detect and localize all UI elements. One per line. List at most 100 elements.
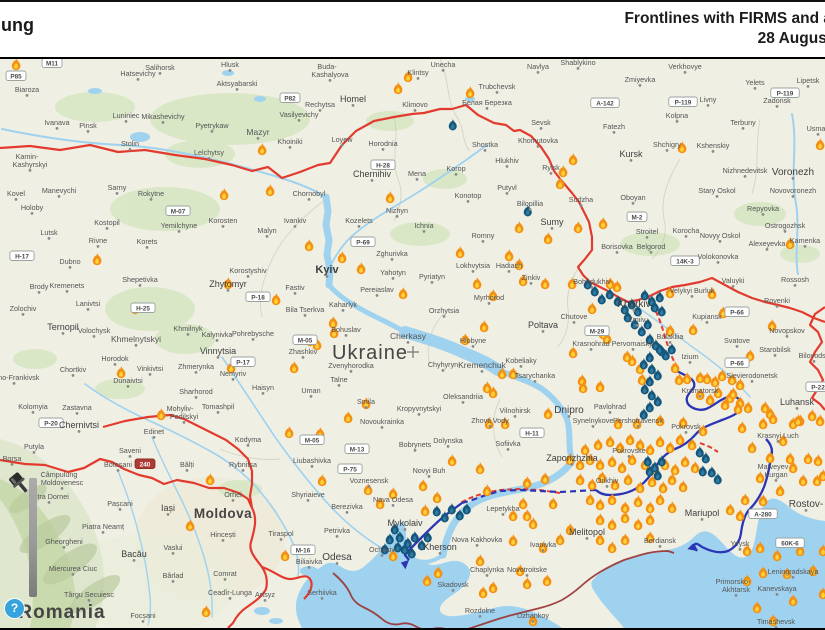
town-dot bbox=[264, 599, 267, 602]
lake bbox=[88, 88, 102, 94]
town-dot bbox=[542, 549, 545, 552]
town-dot bbox=[502, 513, 505, 516]
city-label: Livny bbox=[700, 95, 717, 104]
city-label: Nizhnedevitsk bbox=[723, 166, 768, 175]
city-label: Piatra Neamț bbox=[82, 522, 124, 531]
svg-text:A-280: A-280 bbox=[754, 511, 772, 518]
city-label: Lepetykha bbox=[486, 504, 519, 513]
city-label: Kovel bbox=[7, 189, 25, 198]
town-dot bbox=[224, 578, 227, 581]
svg-text:M-05: M-05 bbox=[305, 437, 320, 444]
city-label: Orzhytsia bbox=[429, 306, 459, 315]
road-shield: 14K-3 bbox=[671, 256, 700, 266]
city-label: Rivne bbox=[89, 236, 107, 245]
town-dot bbox=[232, 499, 235, 502]
city-label: Yahotyn bbox=[380, 268, 406, 277]
city-label: Liubashivka bbox=[293, 456, 331, 465]
town-dot bbox=[247, 275, 250, 278]
city-label: Krasnohrad bbox=[572, 339, 609, 348]
road-shield: P-18 bbox=[246, 292, 270, 302]
city-label: Odesa bbox=[322, 552, 352, 563]
firms-map[interactable]: M11P85P82A-142P-119P-119H-17M-07H-28P-69… bbox=[0, 59, 825, 628]
city-label: Brody bbox=[30, 282, 49, 291]
town-dot bbox=[431, 281, 434, 284]
town-dot bbox=[346, 511, 349, 514]
city-label: Moldovenesc bbox=[41, 478, 84, 487]
city-label: Pervomaiskyi bbox=[612, 339, 655, 348]
town-dot bbox=[302, 356, 305, 359]
city-label: Kolomyia bbox=[18, 402, 48, 411]
city-label: Skadovsk bbox=[437, 580, 469, 589]
town-dot bbox=[266, 235, 269, 238]
svg-text:60K-6: 60K-6 bbox=[781, 540, 799, 547]
town-dot bbox=[414, 109, 417, 112]
town-dot bbox=[496, 91, 499, 94]
town-dot bbox=[732, 285, 735, 288]
city-label: Shostka bbox=[472, 140, 498, 149]
city-label: Starobilsk bbox=[759, 345, 791, 354]
town-dot bbox=[72, 573, 75, 576]
city-label: Nemyriv bbox=[220, 369, 247, 378]
road-shield: H-17 bbox=[10, 251, 34, 261]
city-label: Vinnytsia bbox=[200, 346, 236, 356]
city-label: Zhovti Vody bbox=[471, 416, 509, 425]
city-label: Novoukrainka bbox=[360, 417, 404, 426]
city-label: Botoșani bbox=[104, 460, 132, 469]
map-title: Frontlines with FIRMS and a 28 August bbox=[624, 9, 825, 49]
city-label: Kaharlyk bbox=[329, 300, 357, 309]
city-label: Chernivtsi bbox=[59, 420, 99, 430]
logo-text-fragment: ung bbox=[1, 15, 34, 36]
town-dot bbox=[580, 204, 583, 207]
city-label: Lipetsk bbox=[797, 76, 820, 85]
city-label: Kupiansk bbox=[692, 312, 722, 321]
city-label: Rossosh bbox=[781, 275, 809, 284]
town-dot bbox=[195, 396, 198, 399]
city-label: Korostyshiv bbox=[229, 266, 267, 275]
city-label: Bârlad bbox=[163, 571, 184, 580]
road-shield: A-142 bbox=[591, 98, 620, 108]
city-label: Timashevsk bbox=[757, 617, 795, 626]
svg-text:P-20: P-20 bbox=[44, 420, 58, 427]
city-label: Bilovodsk bbox=[799, 351, 825, 360]
town-dot bbox=[650, 251, 653, 254]
city-label: Verkhovye bbox=[668, 62, 702, 71]
city-label: Khoiniki bbox=[277, 137, 303, 146]
header: ung Frontlines with FIRMS and a 28 Augus… bbox=[0, 2, 825, 57]
town-dot bbox=[48, 237, 51, 240]
town-dot bbox=[294, 292, 297, 295]
svg-text:P-69: P-69 bbox=[356, 239, 370, 246]
town-dot bbox=[442, 69, 445, 72]
town-dot bbox=[792, 576, 795, 579]
town-dot bbox=[222, 539, 225, 542]
town-dot bbox=[308, 198, 311, 201]
city-label: Edinet bbox=[144, 427, 164, 436]
city-label: Ivano-Frankivsk bbox=[0, 373, 40, 382]
help-icon[interactable]: ? bbox=[4, 598, 25, 619]
road-shield: M-16 bbox=[291, 545, 315, 555]
road-shield: M11 bbox=[42, 59, 62, 68]
city-label: Rechytsa bbox=[305, 100, 335, 109]
collapsed-panel-scrollbar[interactable] bbox=[29, 478, 37, 597]
town-dot bbox=[591, 286, 594, 289]
city-label: Terbuny bbox=[730, 118, 756, 127]
city-label: Gheorgheni bbox=[45, 537, 83, 546]
town-dot bbox=[304, 314, 307, 317]
town-dot bbox=[443, 315, 446, 318]
road-shield: P-66 bbox=[725, 358, 749, 368]
town-dot bbox=[195, 371, 198, 374]
town-dot bbox=[786, 335, 789, 338]
road-shield: P-119 bbox=[669, 97, 698, 107]
city-label: Stroitel bbox=[636, 227, 659, 236]
lake bbox=[222, 70, 234, 76]
town-dot bbox=[150, 198, 153, 201]
city-label: Pershotravensk bbox=[613, 416, 663, 425]
city-label: Chortkiv bbox=[60, 365, 87, 374]
road-shield: P-17 bbox=[231, 357, 255, 367]
town-dot bbox=[78, 430, 81, 433]
town-dot bbox=[336, 535, 339, 538]
town-dot bbox=[754, 87, 757, 90]
town-dot bbox=[125, 120, 128, 123]
map-viewport[interactable]: M11P85P82A-142P-119P-119H-17M-07H-28P-69… bbox=[0, 57, 825, 630]
town-dot bbox=[33, 451, 36, 454]
town-dot bbox=[396, 215, 399, 218]
